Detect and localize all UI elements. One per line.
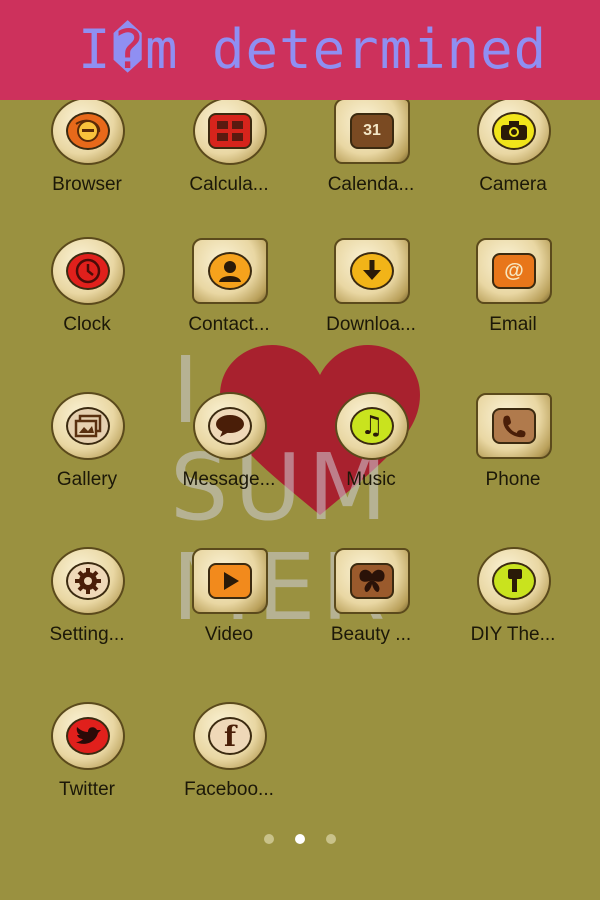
app-label: Faceboo... [184, 779, 274, 800]
app-contacts[interactable]: Contact... [154, 236, 304, 366]
app-video[interactable]: Video [154, 546, 304, 676]
twitter-icon [49, 701, 127, 771]
header-banner: I�m determined [0, 0, 600, 100]
app-label: Calcula... [189, 174, 269, 195]
app-label: Email [489, 314, 537, 335]
music-icon: ♫ [333, 391, 411, 461]
butterfly-icon [333, 546, 411, 616]
app-browser[interactable]: Browser [12, 96, 162, 226]
app-label: Downloa... [326, 314, 416, 335]
app-label: Music [346, 469, 396, 490]
phone-icon [475, 391, 553, 461]
contacts-icon [191, 236, 269, 306]
app-label: Gallery [56, 469, 118, 490]
page-dot-1[interactable] [264, 834, 274, 844]
app-gallery[interactable]: Gallery [12, 391, 162, 521]
app-label: Browser [52, 174, 122, 195]
calendar-date: 31 [363, 122, 381, 139]
gallery-icon [49, 391, 127, 461]
app-label: DIY The... [470, 624, 556, 645]
app-label: Setting... [49, 624, 125, 645]
app-label: Contact... [188, 314, 270, 335]
header-title: I�m determined [78, 18, 548, 81]
browser-icon [49, 96, 127, 166]
app-calculator[interactable]: Calcula... [154, 96, 304, 226]
app-label: Phone [485, 469, 541, 490]
email-icon: @ [475, 236, 553, 306]
app-label: Twitter [59, 779, 115, 800]
download-icon [333, 236, 411, 306]
app-calendar[interactable]: 31 Calenda... [296, 96, 446, 226]
diy-theme-icon [475, 546, 553, 616]
video-icon [191, 546, 269, 616]
facebook-glyph: f [223, 719, 237, 753]
app-grid: Browser Calcula... 31 Calenda... Camera [0, 0, 600, 900]
app-message[interactable]: Message... [154, 391, 304, 521]
app-label: Calenda... [327, 174, 415, 195]
app-email[interactable]: @ Email [438, 236, 588, 366]
page-dot-3[interactable] [326, 834, 336, 844]
app-label: Message... [182, 469, 276, 490]
music-glyph: ♫ [360, 411, 384, 441]
app-beauty[interactable]: Beauty ... [296, 546, 446, 676]
app-phone[interactable]: Phone [438, 391, 588, 521]
page-indicator [0, 832, 600, 846]
app-facebook[interactable]: f Faceboo... [154, 701, 304, 831]
settings-icon [49, 546, 127, 616]
facebook-icon: f [191, 701, 269, 771]
camera-icon [475, 96, 553, 166]
app-label: Camera [479, 174, 547, 195]
app-music[interactable]: ♫ Music [296, 391, 446, 521]
clock-icon [49, 236, 127, 306]
page-dot-2[interactable] [295, 834, 305, 844]
app-label: Clock [63, 314, 111, 335]
app-label: Beauty ... [330, 624, 412, 645]
email-glyph: @ [504, 259, 524, 282]
calculator-icon [191, 96, 269, 166]
app-label: Video [204, 624, 254, 645]
app-diy-theme[interactable]: DIY The... [438, 546, 588, 676]
calendar-icon: 31 [333, 96, 411, 166]
app-camera[interactable]: Camera [438, 96, 588, 226]
message-icon [191, 391, 269, 461]
app-twitter[interactable]: Twitter [12, 701, 162, 831]
app-download[interactable]: Downloa... [296, 236, 446, 366]
app-settings[interactable]: Setting... [12, 546, 162, 676]
app-clock[interactable]: Clock [12, 236, 162, 366]
